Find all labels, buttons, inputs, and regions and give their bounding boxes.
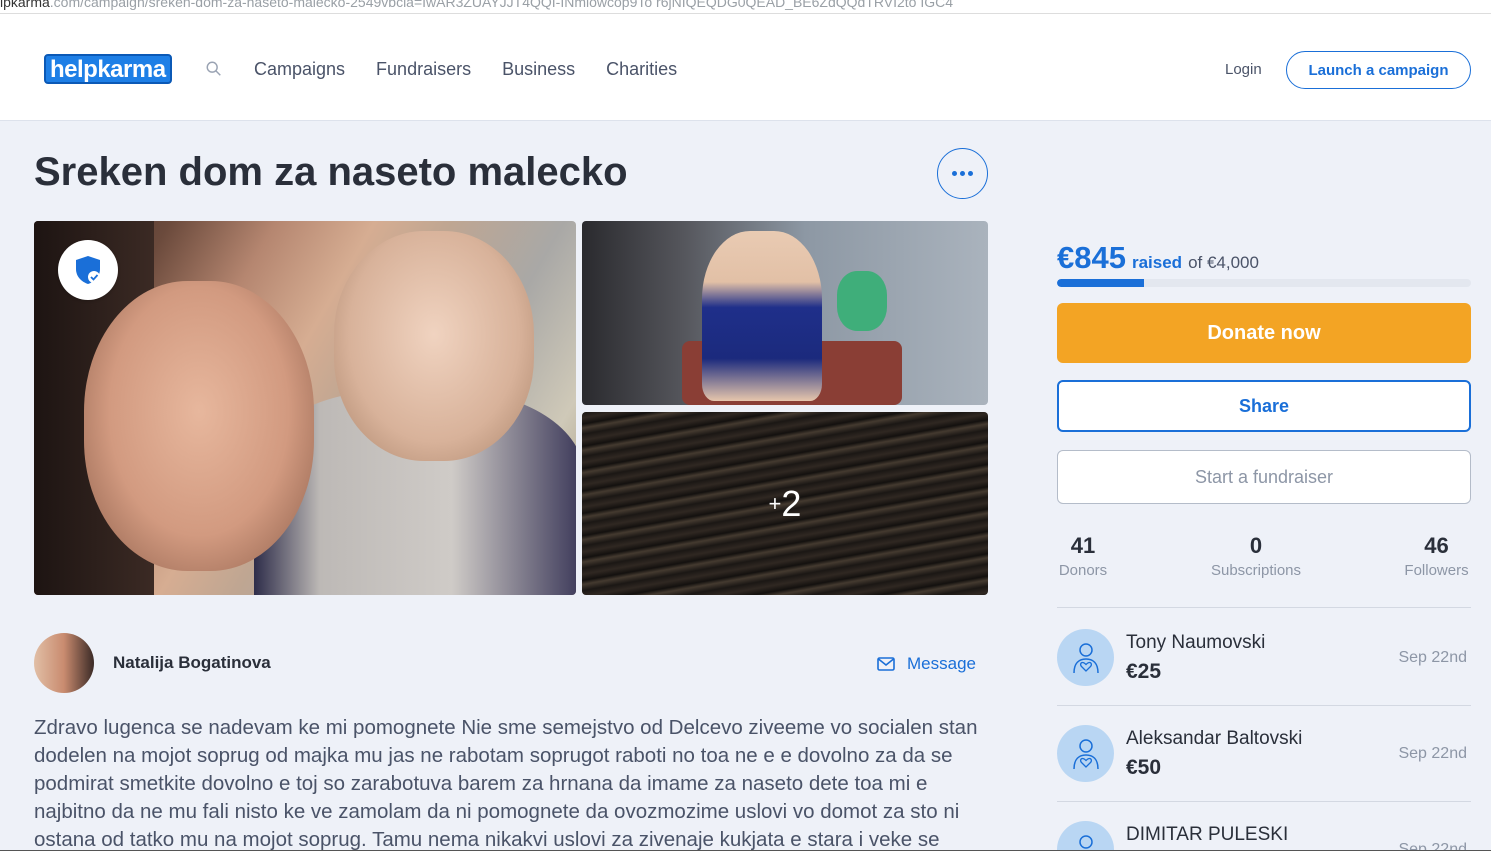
divider: [1057, 705, 1471, 706]
stat-followers-value: 46: [1424, 533, 1449, 558]
donor-avatar-icon: [1057, 821, 1114, 851]
stat-donors-label: Donors: [1058, 562, 1108, 579]
search-icon[interactable]: [205, 60, 223, 78]
nav-business[interactable]: Business: [502, 59, 575, 80]
login-link[interactable]: Login: [1225, 61, 1262, 78]
donor-avatar-icon: [1057, 725, 1114, 782]
author-avatar[interactable]: [34, 633, 94, 693]
campaign-title: Sreken dom za naseto malecko: [34, 150, 628, 194]
browser-url-bar[interactable]: lpkarma.com/campaign/sreken-dom-za-naset…: [0, 0, 1491, 14]
nav-campaigns[interactable]: Campaigns: [254, 59, 345, 80]
goal-amount: of €4,000: [1188, 253, 1259, 272]
raised-summary: €845 raised of €4,000: [1057, 240, 1259, 276]
ellipsis-icon: [952, 171, 957, 176]
nav-fundraisers[interactable]: Fundraisers: [376, 59, 471, 80]
funding-progress-fill: [1057, 279, 1144, 287]
donor-name: Tony Naumovski: [1126, 632, 1266, 653]
message-button[interactable]: Message: [877, 654, 976, 674]
more-photos-count: +2: [768, 482, 802, 524]
stat-followers-label: Followers: [1404, 562, 1469, 579]
start-fundraiser-button[interactable]: Start a fundraiser: [1057, 450, 1471, 504]
donor-date: Sep 22nd: [1398, 745, 1467, 762]
donate-now-button[interactable]: Donate now: [1057, 303, 1471, 363]
raised-amount: €845: [1057, 240, 1126, 275]
divider: [1057, 801, 1471, 802]
campaign-photo-2[interactable]: [582, 221, 988, 405]
donor-name: DIMITAR PULESKI: [1126, 824, 1289, 845]
campaign-description: Zdravo lugenca se nadevam ke mi pomognet…: [34, 716, 978, 851]
donor-name: Aleksandar Baltovski: [1126, 728, 1303, 749]
verified-shield-icon: [58, 240, 118, 300]
site-header: helpkarma Campaigns Fundraisers Business…: [0, 14, 1491, 121]
launch-campaign-button[interactable]: Launch a campaign: [1286, 51, 1471, 89]
stat-donors: 41 Donors: [1057, 533, 1109, 579]
stat-followers: 46 Followers: [1400, 533, 1473, 579]
url-path: .com/campaign/sreken-dom-za-naseto-malec…: [49, 0, 953, 10]
helpkarma-logo[interactable]: helpkarma: [44, 54, 172, 84]
raised-label: raised: [1131, 253, 1183, 272]
funding-progress-bar: [1057, 279, 1471, 287]
stat-donors-value: 41: [1070, 533, 1096, 558]
donor-item[interactable]: Aleksandar Baltovski €50 Sep 22nd: [1057, 725, 1471, 821]
main-nav: Campaigns Fundraisers Business Charities: [254, 59, 677, 80]
donor-amount: €25: [1126, 660, 1162, 683]
author-name[interactable]: Natalija Bogatinova: [113, 653, 271, 673]
stat-subscriptions-label: Subscriptions: [1210, 562, 1302, 579]
stat-subscriptions-value: 0: [1249, 533, 1263, 558]
donor-item[interactable]: Tony Naumovski €25 Sep 22nd: [1057, 629, 1471, 725]
donor-date: Sep 22nd: [1398, 649, 1467, 666]
message-label: Message: [907, 654, 976, 673]
share-button[interactable]: Share: [1057, 380, 1471, 432]
nav-charities[interactable]: Charities: [606, 59, 677, 80]
url-domain: lpkarma: [0, 0, 50, 10]
campaign-photo-3[interactable]: +2: [582, 412, 988, 595]
divider: [1057, 607, 1471, 608]
donor-amount: €50: [1126, 756, 1162, 779]
donor-avatar-icon: [1057, 629, 1114, 686]
envelope-icon: [877, 657, 895, 671]
stat-subscriptions: 0 Subscriptions: [1205, 533, 1307, 579]
donor-item[interactable]: DIMITAR PULESKI Sep 22nd: [1057, 821, 1471, 851]
more-options-button[interactable]: [937, 148, 988, 199]
